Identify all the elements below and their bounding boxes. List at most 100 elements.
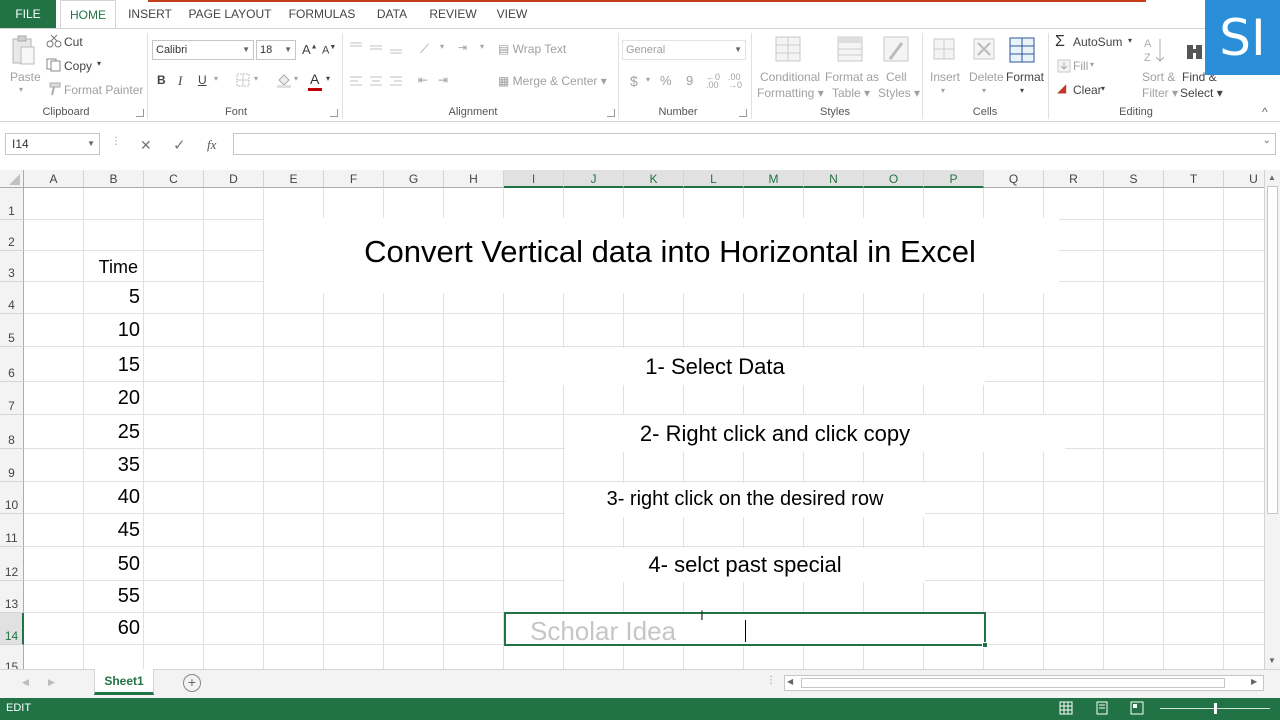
row-header-9[interactable]: 9 [0, 449, 24, 482]
cancel-icon[interactable]: ✕ [140, 137, 152, 154]
column-b-value-cell[interactable]: 15 [84, 354, 140, 377]
insert-button[interactable]: Insert [930, 70, 960, 84]
column-header-a[interactable]: A [24, 170, 84, 188]
font-color-dropdown-icon[interactable]: ▾ [326, 74, 330, 83]
collapse-ribbon-icon[interactable]: ^ [1262, 105, 1268, 119]
increase-indent-icon[interactable]: ⇥ [438, 73, 448, 87]
font-launcher-icon[interactable] [330, 109, 338, 117]
splitter-grip-icon[interactable]: ⋮ [766, 675, 776, 686]
column-header-f[interactable]: F [324, 170, 384, 188]
column-b-value-cell[interactable]: 20 [84, 387, 140, 410]
sort-filter-button[interactable]: Filter ▾ [1142, 86, 1178, 100]
cell-styles-icon[interactable] [882, 35, 912, 65]
find-select-button[interactable]: Select ▾ [1180, 86, 1223, 100]
vertical-scrollbar[interactable]: ▲ ▼ [1264, 170, 1280, 669]
row-header-14[interactable]: 14 [0, 613, 24, 645]
format-cells-icon[interactable] [1008, 34, 1038, 66]
conditional-formatting-label-1[interactable]: Conditional [760, 70, 820, 84]
copy-dropdown-icon[interactable]: ▾ [97, 59, 101, 68]
cut-icon[interactable] [46, 34, 62, 48]
decrease-decimal-icon[interactable]: .00 →0 [728, 73, 742, 90]
column-b-value-cell[interactable]: 10 [84, 319, 140, 342]
tab-view[interactable]: VIEW [490, 0, 534, 28]
scroll-left-icon[interactable]: ◀ [787, 677, 793, 686]
underline-button[interactable]: U [198, 73, 207, 87]
autosum-icon[interactable]: Σ [1055, 33, 1065, 51]
paste-label[interactable]: Paste [10, 70, 41, 84]
name-box[interactable]: I14 ▼ [5, 133, 100, 155]
merge-center-button[interactable]: ▦ Merge & Center ▾ [498, 74, 607, 88]
sort-filter-label-1[interactable]: Sort & [1142, 70, 1175, 84]
row-header-11[interactable]: 11 [0, 514, 24, 547]
enter-icon[interactable]: ✓ [173, 136, 186, 154]
insert-dropdown-icon[interactable]: ▾ [941, 86, 945, 95]
insert-function-icon[interactable]: fx [207, 137, 216, 153]
format-dropdown-icon[interactable]: ▾ [1020, 86, 1024, 95]
column-header-p[interactable]: P [924, 170, 984, 188]
column-b-value-cell[interactable]: 45 [84, 519, 140, 542]
fill-color-icon[interactable] [276, 72, 292, 88]
page-break-view-icon[interactable] [1130, 701, 1144, 715]
conditional-formatting-button[interactable]: Formatting ▾ [757, 86, 824, 100]
column-header-j[interactable]: J [564, 170, 624, 188]
column-header-b[interactable]: B [84, 170, 144, 188]
conditional-formatting-icon[interactable] [774, 35, 804, 65]
normal-view-icon[interactable] [1059, 701, 1073, 715]
cell-styles-button[interactable]: Styles ▾ [878, 86, 920, 100]
column-header-r[interactable]: R [1044, 170, 1104, 188]
add-sheet-icon[interactable]: + [183, 674, 201, 692]
column-header-m[interactable]: M [744, 170, 804, 188]
orientation-dropdown-icon[interactable]: ▾ [440, 42, 444, 51]
fill-color-dropdown-icon[interactable]: ▾ [294, 74, 298, 83]
underline-dropdown-icon[interactable]: ▾ [214, 74, 218, 83]
scroll-right-icon[interactable]: ▶ [1251, 677, 1257, 686]
fill-icon[interactable] [1057, 59, 1071, 73]
autosum-dropdown-icon[interactable]: ▾ [1128, 36, 1132, 45]
column-header-n[interactable]: N [804, 170, 864, 188]
font-name-select[interactable]: Calibri ▼ [152, 40, 254, 60]
paste-dropdown-icon[interactable]: ▾ [19, 85, 23, 94]
copy-icon[interactable] [46, 58, 62, 72]
vertical-align-icons[interactable] [350, 41, 410, 55]
column-header-k[interactable]: K [624, 170, 684, 188]
cut-button[interactable]: Cut [64, 35, 83, 49]
number-launcher-icon[interactable] [739, 109, 747, 117]
tab-formulas[interactable]: FORMULAS [286, 0, 358, 28]
column-header-s[interactable]: S [1104, 170, 1164, 188]
column-header-d[interactable]: D [204, 170, 264, 188]
indent-dropdown-icon[interactable]: ▾ [480, 42, 484, 51]
delete-button[interactable]: Delete [969, 70, 1004, 84]
scroll-up-icon[interactable]: ▲ [1268, 173, 1276, 182]
clear-dropdown-icon[interactable]: ▾ [1101, 84, 1105, 93]
decrease-font-icon[interactable]: A▼ [322, 44, 336, 57]
bold-button[interactable]: B [157, 73, 166, 87]
column-header-g[interactable]: G [384, 170, 444, 188]
column-b-value-cell[interactable]: 40 [84, 486, 140, 509]
alignment-launcher-icon[interactable] [607, 109, 615, 117]
sheet-tab-sheet1[interactable]: Sheet1 [94, 669, 154, 695]
fill-handle[interactable] [982, 642, 988, 648]
column-b-value-cell[interactable]: 25 [84, 421, 140, 444]
currency-dropdown-icon[interactable]: ▾ [646, 75, 650, 84]
row-header-7[interactable]: 7 [0, 382, 24, 415]
column-b-value-cell[interactable]: 50 [84, 553, 140, 576]
format-painter-icon[interactable] [46, 82, 62, 96]
fill-dropdown-icon[interactable]: ▾ [1090, 60, 1094, 69]
copy-button[interactable]: Copy [64, 59, 92, 73]
comma-button[interactable]: 9 [686, 73, 693, 88]
tab-page-layout[interactable]: PAGE LAYOUT [186, 0, 274, 28]
increase-font-icon[interactable]: A▲ [302, 42, 318, 57]
eraser-icon[interactable]: ◢ [1057, 81, 1066, 95]
format-button[interactable]: Format [1006, 70, 1044, 84]
indent-icon[interactable]: ⇥ [458, 41, 467, 54]
borders-dropdown-icon[interactable]: ▾ [254, 74, 258, 83]
horizontal-scrollbar[interactable]: ◀ ▶ [784, 675, 1264, 691]
column-header-c[interactable]: C [144, 170, 204, 188]
row-header-3[interactable]: 3 [0, 251, 24, 282]
zoom-slider-thumb[interactable] [1214, 703, 1217, 714]
cell-styles-label-1[interactable]: Cell [886, 70, 907, 84]
fill-button[interactable]: Fill [1073, 59, 1088, 73]
font-color-icon[interactable]: A [310, 71, 319, 87]
column-header-q[interactable]: Q [984, 170, 1044, 188]
prev-sheet-icon[interactable]: ◀ [22, 677, 29, 688]
